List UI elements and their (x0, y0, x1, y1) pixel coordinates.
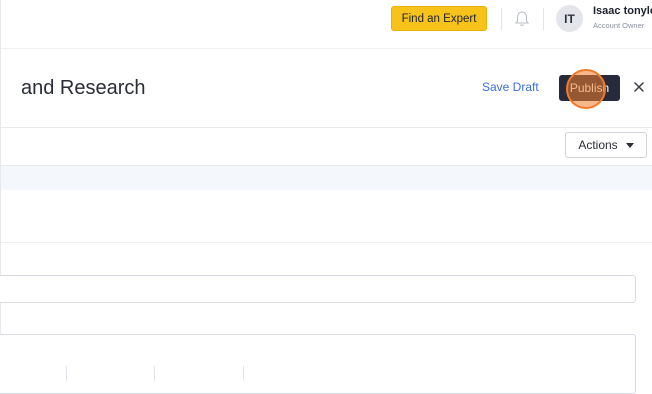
user-role: Account Owner (593, 21, 645, 30)
avatar[interactable]: IT (556, 5, 583, 32)
caret-down-icon (625, 142, 634, 148)
section-band (1, 166, 652, 190)
divider (543, 8, 544, 30)
column-divider (243, 366, 244, 381)
column-divider (66, 366, 67, 381)
bell-icon[interactable] (514, 10, 530, 28)
close-icon[interactable] (631, 79, 647, 95)
save-draft-button[interactable]: Save Draft (482, 80, 539, 94)
top-bar: Find an Expert IT Isaac tonylo Account O… (1, 0, 652, 44)
actions-dropdown[interactable]: Actions (565, 132, 647, 158)
find-expert-button[interactable]: Find an Expert (391, 6, 487, 31)
publish-button[interactable]: Publish (559, 75, 620, 101)
actions-label: Actions (578, 138, 618, 152)
app-frame: Find an Expert IT Isaac tonylo Account O… (0, 0, 652, 394)
page-title: and Research (21, 77, 146, 99)
divider (501, 8, 502, 30)
text-input[interactable] (0, 275, 636, 303)
column-divider (154, 366, 155, 381)
user-name[interactable]: Isaac tonylo (593, 5, 652, 17)
divider (1, 48, 652, 49)
text-area[interactable] (0, 334, 636, 394)
divider (1, 127, 652, 128)
divider (1, 242, 652, 243)
